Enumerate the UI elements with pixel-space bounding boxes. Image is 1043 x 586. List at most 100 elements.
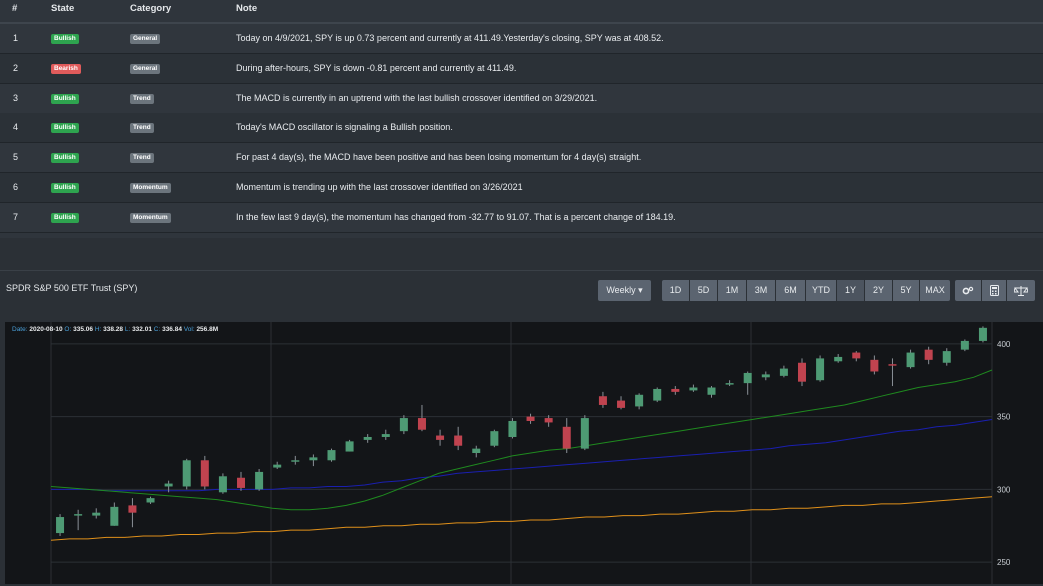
candle-up bbox=[635, 394, 644, 407]
candle-up bbox=[363, 436, 372, 440]
candle-up bbox=[345, 441, 354, 452]
table-row: 4 Bullish Trend Today's MACD oscillator is … bbox=[0, 113, 1043, 144]
header-note: Note bbox=[236, 3, 258, 14]
date-value: 2020-08-10 bbox=[29, 326, 63, 333]
range-button-max[interactable]: MAX bbox=[920, 280, 950, 301]
state-badge: Bullish bbox=[51, 123, 79, 134]
table-row: 2 Bearish General During after-hours, SPY i… bbox=[0, 53, 1043, 84]
candle-up bbox=[490, 431, 499, 446]
candle-up bbox=[164, 483, 173, 487]
range-button-2y[interactable]: 2Y bbox=[865, 280, 892, 301]
range-button-1d[interactable]: 1D bbox=[662, 280, 689, 301]
volume-value: 256.8M bbox=[196, 326, 219, 333]
header-state: State bbox=[51, 3, 75, 14]
candle-up bbox=[960, 340, 969, 350]
row-number: 5 bbox=[13, 152, 19, 163]
note-text: Today's MACD oscillator is signaling a B… bbox=[236, 122, 453, 133]
candle-up bbox=[816, 358, 825, 381]
range-button-3m[interactable]: 3M bbox=[747, 280, 775, 301]
candle-up bbox=[56, 517, 65, 534]
table-row: 7 Bullish Momentum In the few last 9 day(s)… bbox=[0, 202, 1043, 233]
header-category: Category bbox=[130, 3, 172, 14]
chart-canvas[interactable]: 400 350 300 250 bbox=[5, 322, 1043, 584]
candle-up bbox=[779, 368, 788, 376]
y-tick-label: 300 bbox=[997, 485, 1011, 494]
range-button-5d[interactable]: 5D bbox=[690, 280, 717, 301]
table-body: 1 Bullish General Today on 4/9/2021, SPY is… bbox=[0, 24, 1043, 234]
candle-down bbox=[544, 418, 553, 423]
category-badge: Trend bbox=[130, 153, 154, 164]
note-text: Today on 4/9/2021, SPY is up 0.73 percen… bbox=[236, 33, 664, 43]
signals-table: # State Category Note 1 Bullish General Tod… bbox=[0, 0, 1043, 238]
table-row: 6 Bullish Momentum Momentum is trending up … bbox=[0, 173, 1043, 203]
close-value: 336.84 bbox=[162, 326, 182, 333]
note-text: For past 4 day(s), the MACD have been po… bbox=[236, 152, 642, 163]
note-text: During after-hours, SPY is down -0.81 pe… bbox=[236, 62, 517, 73]
state-badge: Bearish bbox=[51, 63, 81, 74]
table-row: 5 Bullish Trend For past 4 day(s), the MACD… bbox=[0, 143, 1043, 174]
candle-down bbox=[454, 435, 463, 446]
range-button-1y[interactable]: 1Y bbox=[837, 280, 864, 301]
candle-down bbox=[562, 426, 571, 449]
candle-down bbox=[797, 362, 806, 382]
state-badge: Bullish bbox=[51, 153, 79, 164]
open-value: 335.06 bbox=[73, 326, 93, 333]
row-number: 4 bbox=[13, 122, 19, 133]
candle-up bbox=[725, 383, 734, 385]
category-badge: Trend bbox=[130, 123, 154, 134]
chart-toolbar: SPDR S&P 500 ETF Trust (SPY) Weekly ▾ 1D… bbox=[0, 270, 1043, 317]
candle-up bbox=[761, 374, 770, 378]
ohlc-readout: Date: 2020-08-10 O: 335.06 H: 338.28 L: … bbox=[12, 326, 218, 333]
candle-down bbox=[237, 477, 246, 488]
price-chart[interactable]: Date: 2020-08-10 O: 335.06 H: 338.28 L: … bbox=[5, 322, 1043, 584]
range-button-6m[interactable]: 6M bbox=[776, 280, 805, 301]
candle-up bbox=[834, 356, 843, 362]
candle-up bbox=[255, 471, 264, 490]
header-number: # bbox=[12, 3, 18, 14]
candle-down bbox=[417, 418, 426, 430]
moving-average-long bbox=[50, 496, 993, 541]
candle-down bbox=[924, 349, 933, 360]
table-row: 3 Bullish Trend The MACD is currently in an… bbox=[0, 83, 1043, 114]
open-key: O: bbox=[64, 326, 72, 333]
scale-button[interactable] bbox=[1007, 280, 1035, 301]
row-number: 6 bbox=[13, 182, 19, 192]
note-text: Momentum is trending up with the last cr… bbox=[236, 182, 523, 192]
candle-up bbox=[472, 448, 481, 453]
category-badge: Trend bbox=[130, 93, 154, 104]
category-badge: General bbox=[130, 34, 161, 44]
candle-down bbox=[852, 352, 861, 359]
settings-button[interactable] bbox=[955, 280, 981, 301]
candle-up bbox=[92, 512, 101, 516]
candle-down bbox=[526, 416, 535, 421]
candle-up bbox=[74, 514, 83, 516]
candle-up bbox=[743, 372, 752, 384]
range-button-5y[interactable]: 5Y bbox=[893, 280, 919, 301]
calculator-icon bbox=[989, 285, 999, 296]
candle-down bbox=[200, 460, 209, 487]
candle-up bbox=[381, 434, 390, 437]
candle-up bbox=[689, 387, 698, 391]
calculator-button[interactable] bbox=[982, 280, 1006, 301]
y-tick-label: 400 bbox=[997, 340, 1011, 349]
candle-down bbox=[870, 359, 879, 372]
range-button-1m[interactable]: 1M bbox=[718, 280, 746, 301]
candle-up bbox=[508, 420, 517, 437]
candle-up bbox=[906, 352, 915, 368]
candle-down bbox=[598, 396, 607, 405]
candle-down bbox=[671, 388, 680, 392]
note-text: The MACD is currently in an uptrend with… bbox=[236, 92, 598, 103]
candle-up bbox=[146, 498, 155, 503]
range-button-ytd[interactable]: YTD bbox=[806, 280, 836, 301]
candle-down bbox=[128, 505, 137, 513]
candle-up bbox=[309, 457, 318, 461]
table-row: 1 Bullish General Today on 4/9/2021, SPY is… bbox=[0, 24, 1043, 54]
interval-dropdown[interactable]: Weekly ▾ bbox=[598, 280, 651, 301]
candle-up bbox=[182, 460, 191, 487]
row-number: 3 bbox=[13, 92, 19, 103]
candle-up bbox=[327, 450, 336, 461]
candle-up bbox=[942, 351, 951, 363]
low-key: L: bbox=[124, 326, 131, 333]
scale-icon bbox=[1013, 286, 1029, 296]
high-value: 338.28 bbox=[103, 326, 124, 333]
